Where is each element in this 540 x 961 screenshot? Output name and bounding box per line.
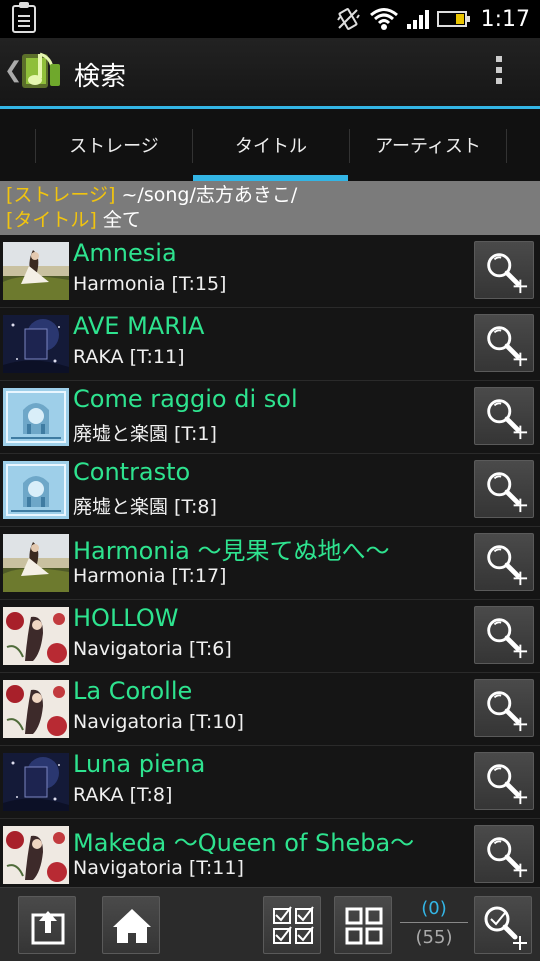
storage-filter-value: ~/song/志方あきこ/	[115, 184, 298, 206]
album-art-thumbnail	[3, 461, 69, 519]
song-detail: 廃墟と楽園 [T:1]	[73, 423, 217, 445]
song-detail: Navigatoria [T:6]	[73, 638, 232, 660]
list-item[interactable]: Luna piena RAKA [T:8]	[0, 746, 540, 819]
album-art-thumbnail	[3, 826, 69, 884]
list-item[interactable]: Harmonia ～見果てぬ地へ～ Harmonia [T:17]	[0, 527, 540, 600]
list-item[interactable]: Contrasto 廃墟と楽園 [T:8]	[0, 454, 540, 527]
song-title: Makeda ～Queen of Sheba～	[73, 829, 415, 857]
song-detail: Harmonia [T:17]	[73, 565, 227, 587]
search-plus-icon	[481, 320, 529, 368]
search-add-button[interactable]	[474, 752, 534, 810]
search-plus-icon	[481, 539, 529, 587]
album-art-thumbnail	[3, 315, 69, 373]
search-plus-icon	[481, 393, 529, 441]
song-detail: RAKA [T:8]	[73, 784, 173, 806]
search-check-plus-icon	[484, 906, 527, 950]
tab-artist[interactable]: アーティスト	[350, 109, 506, 181]
tab-divider	[506, 129, 507, 163]
tab-bar: ストレージ タイトル アーティスト	[0, 109, 540, 181]
song-detail: RAKA [T:11]	[73, 346, 185, 368]
song-detail: Navigatoria [T:11]	[73, 857, 244, 879]
search-add-selected-button[interactable]	[474, 896, 532, 954]
title-filter-line: [タイトル] 全て	[6, 208, 540, 233]
song-title: Harmonia ～見果てぬ地へ～	[73, 537, 390, 565]
search-add-button[interactable]	[474, 314, 534, 372]
search-plus-icon	[481, 685, 529, 733]
status-bar: 1:17	[0, 0, 540, 38]
selected-count: (0)	[421, 898, 447, 919]
song-title: Amnesia	[73, 239, 177, 267]
list-item[interactable]: La Corolle Navigatoria [T:10]	[0, 673, 540, 746]
song-detail: Navigatoria [T:10]	[73, 711, 244, 733]
song-list[interactable]: Amnesia Harmonia [T:15] AVE MARIA RAKA […	[0, 235, 540, 892]
list-item[interactable]: HOLLOW Navigatoria [T:6]	[0, 600, 540, 673]
title-filter-label: [タイトル]	[6, 209, 97, 231]
search-add-button[interactable]	[474, 825, 534, 883]
selection-counter: (0) (55)	[398, 898, 470, 948]
app-icon[interactable]	[18, 48, 64, 94]
song-detail: 廃墟と楽園 [T:8]	[73, 496, 217, 518]
song-title: AVE MARIA	[73, 312, 205, 340]
title-filter-value: 全て	[96, 209, 141, 231]
grid-icon	[345, 907, 383, 945]
search-add-button[interactable]	[474, 241, 534, 299]
tab-storage[interactable]: ストレージ	[36, 109, 192, 181]
search-add-button[interactable]	[474, 606, 534, 664]
storage-filter-line: [ストレージ] ~/song/志方あきこ/	[6, 183, 540, 208]
page-title: 検索	[74, 62, 127, 92]
list-item[interactable]: Come raggio di sol 廃墟と楽園 [T:1]	[0, 381, 540, 454]
search-add-button[interactable]	[474, 387, 534, 445]
search-add-button[interactable]	[474, 533, 534, 591]
vibrate-icon	[336, 8, 360, 30]
song-title: La Corolle	[73, 677, 193, 705]
total-count: (55)	[415, 927, 453, 948]
song-title: Come raggio di sol	[73, 385, 298, 413]
overflow-menu-icon[interactable]	[496, 56, 504, 89]
album-art-thumbnail	[3, 534, 69, 592]
wifi-icon	[369, 8, 398, 30]
grid-view-button[interactable]	[334, 896, 392, 954]
up-folder-button[interactable]	[18, 896, 76, 954]
album-art-thumbnail	[3, 680, 69, 738]
action-bar: ❮ 検索	[0, 38, 540, 106]
song-title: Contrasto	[73, 458, 191, 486]
signal-icon	[406, 9, 429, 29]
search-add-button[interactable]	[474, 460, 534, 518]
home-icon	[113, 909, 151, 943]
album-art-thumbnail	[3, 753, 69, 811]
album-art-thumbnail	[3, 242, 69, 300]
song-title: HOLLOW	[73, 604, 179, 632]
search-add-button[interactable]	[474, 679, 534, 737]
status-time: 1:17	[480, 6, 530, 32]
home-button[interactable]	[102, 896, 160, 954]
list-item[interactable]: Makeda ～Queen of Sheba～ Navigatoria [T:1…	[0, 819, 540, 892]
search-plus-icon	[481, 758, 529, 806]
search-plus-icon	[481, 831, 529, 879]
song-detail: Harmonia [T:15]	[73, 273, 227, 295]
search-plus-icon	[481, 247, 529, 295]
song-title: Luna piena	[73, 750, 206, 778]
filter-header: [ストレージ] ~/song/志方あきこ/ [タイトル] 全て	[0, 181, 540, 235]
clipboard-icon	[12, 2, 36, 33]
upload-folder-icon	[31, 911, 65, 945]
list-item[interactable]: Amnesia Harmonia [T:15]	[0, 235, 540, 308]
search-plus-icon	[481, 466, 529, 514]
counter-divider	[400, 922, 468, 923]
album-art-thumbnail	[3, 388, 69, 446]
checklist-icon	[273, 906, 314, 944]
storage-filter-label: [ストレージ]	[6, 184, 116, 206]
list-item[interactable]: AVE MARIA RAKA [T:11]	[0, 308, 540, 381]
search-plus-icon	[481, 612, 529, 660]
tab-title[interactable]: タイトル	[193, 109, 349, 181]
album-art-thumbnail	[3, 607, 69, 665]
bottom-toolbar: (0) (55)	[0, 887, 540, 961]
select-all-button[interactable]	[263, 896, 321, 954]
battery-icon	[436, 11, 470, 27]
